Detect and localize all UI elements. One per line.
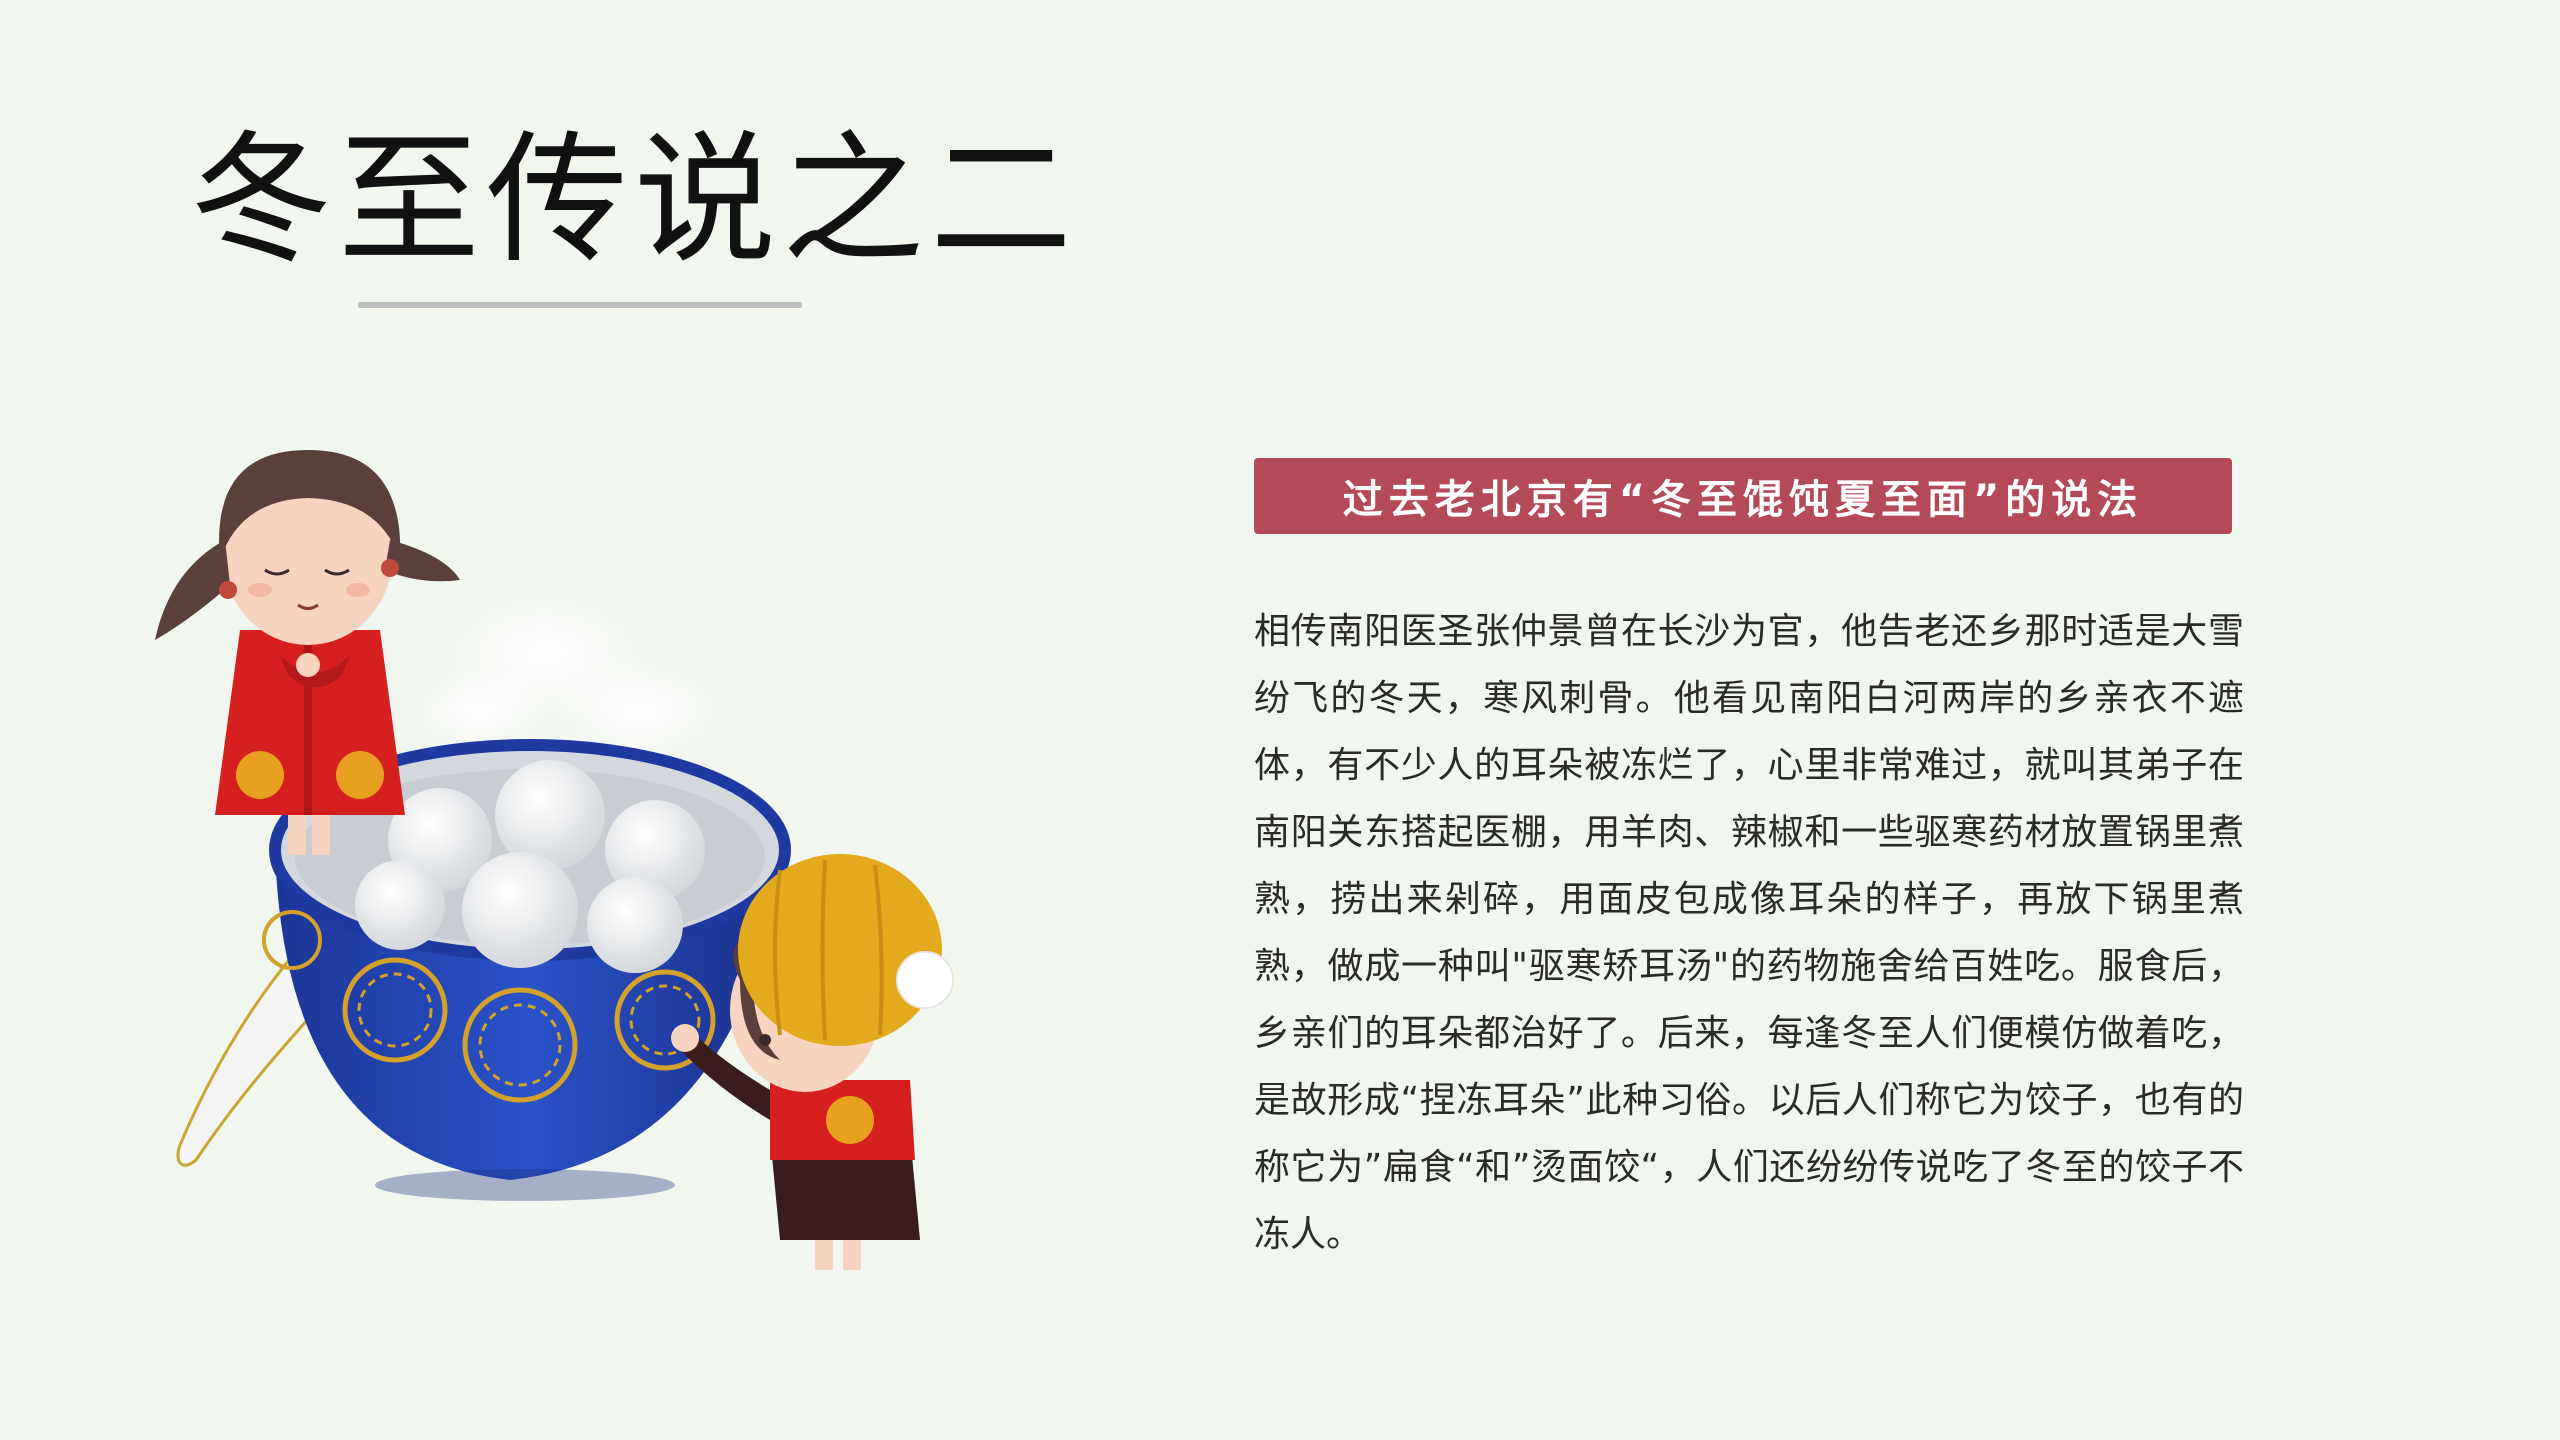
illustration [155,450,954,1270]
title-underline [358,302,802,308]
page-title: 冬至传说之二 [190,118,1078,283]
steam-cloud-icon [405,585,730,765]
legend-paragraph: 相传南阳医圣张仲景曾在长沙为官，他告老还乡那时适是大雪纷飞的冬天，寒风刺骨。他看… [1254,611,2244,1255]
banner-text: 过去老北京有“冬至馄饨夏至面”的说法 [1342,477,2144,523]
subtitle-banner: 过去老北京有“冬至馄饨夏至面”的说法 [1254,458,2232,534]
